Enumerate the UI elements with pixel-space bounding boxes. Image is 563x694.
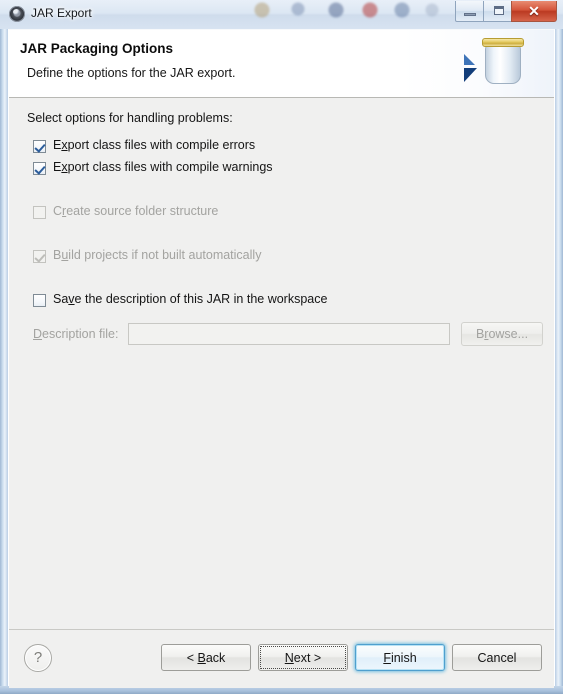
wizard-header: JAR Packaging Options Define the options… (9, 30, 554, 98)
checkbox-indicator[interactable] (33, 162, 46, 175)
checkbox-save-description-of-jar-in-workspace[interactable]: Save the description of this JAR in the … (33, 292, 327, 307)
checkbox-indicator (33, 250, 46, 263)
checkbox-label: Save the description of this JAR in the … (53, 292, 328, 306)
jar-lid-icon (482, 38, 524, 47)
description-file-row: Description file: Browse... (33, 322, 543, 346)
checkbox-label: Create source folder structure (53, 204, 219, 218)
options-intro-label: Select options for handling problems: (27, 111, 233, 125)
checkbox-indicator (33, 206, 46, 219)
page-title: JAR Packaging Options (20, 41, 174, 56)
checkbox-export-class-files-compile-warnings[interactable]: Export class files with compile warnings (33, 160, 273, 175)
checkbox-export-class-files-compile-errors[interactable]: Export class files with compile errors (33, 138, 255, 153)
close-button[interactable]: ✕ (511, 1, 557, 22)
checkbox-label: Build projects if not built automaticall… (53, 248, 262, 262)
wizard-button-bar: < Back Next > Finish Cancel (161, 644, 542, 671)
window-title: JAR Export (31, 6, 92, 20)
page-subtitle: Define the options for the JAR export. (27, 66, 236, 80)
window-frame-right (555, 0, 563, 694)
description-file-label: Description file: (33, 327, 119, 341)
checkbox-indicator[interactable] (33, 140, 46, 153)
title-bar[interactable]: JAR Export ✕ (0, 0, 563, 29)
dialog-footer: ? < Back Next > Finish Cancel (9, 629, 554, 688)
finish-button[interactable]: Finish (355, 644, 445, 671)
jar-export-dialog-window: JAR Export ✕ JAR Packaging Options Defin… (0, 0, 563, 694)
next-button[interactable]: Next > (258, 644, 348, 671)
checkbox-build-projects-if-not-built-automatically: Build projects if not built automaticall… (33, 248, 261, 263)
description-file-input[interactable] (128, 323, 450, 345)
dialog-client-area: JAR Packaging Options Define the options… (8, 29, 555, 688)
back-button[interactable]: < Back (161, 644, 251, 671)
eclipse-icon[interactable] (9, 6, 25, 22)
jar-illustration (456, 30, 548, 96)
checkbox-label: Export class files with compile warnings (53, 160, 273, 174)
browse-button[interactable]: Browse... (461, 322, 543, 346)
restore-icon (494, 6, 504, 15)
minimize-button[interactable] (455, 1, 484, 22)
window-frame-left (0, 0, 8, 694)
background-blur-artifact (250, 0, 450, 22)
options-panel: Select options for handling problems: Ex… (9, 98, 554, 629)
checkbox-label: Export class files with compile errors (53, 138, 256, 152)
help-icon[interactable]: ? (24, 644, 52, 672)
export-arrow-icon (464, 54, 477, 82)
cancel-button[interactable]: Cancel (452, 644, 542, 671)
close-icon: ✕ (528, 3, 540, 19)
window-controls: ✕ (455, 1, 557, 22)
checkbox-indicator[interactable] (33, 294, 46, 307)
minimize-icon (464, 13, 476, 16)
checkbox-create-source-folder-structure: Create source folder structure (33, 204, 218, 219)
maximize-button[interactable] (483, 1, 512, 22)
jar-body-icon (485, 44, 521, 84)
